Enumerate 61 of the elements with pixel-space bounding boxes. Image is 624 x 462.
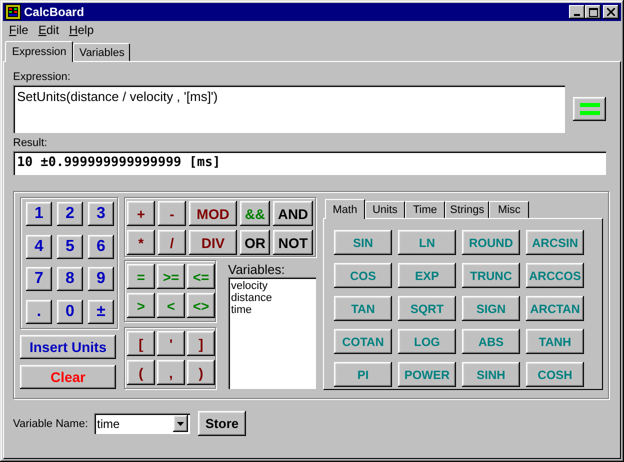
bracket-key[interactable]: ( <box>127 360 155 385</box>
expression-label: Expression: <box>13 70 72 84</box>
tab[interactable]: Time <box>405 201 445 218</box>
operator-key[interactable]: - <box>158 201 186 226</box>
tab[interactable]: Variables <box>73 43 130 61</box>
variable-item[interactable]: time <box>231 304 313 316</box>
expression-field[interactable]: SetUnits(distance / velocity , '[ms]') <box>13 85 565 133</box>
menu-item[interactable]: File <box>5 23 32 37</box>
variable-item[interactable]: distance <box>231 292 313 304</box>
menu-item[interactable]: Help <box>65 23 98 37</box>
window-title: CalcBoard <box>24 5 86 19</box>
tab[interactable]: Units <box>365 201 405 218</box>
menu-item[interactable]: Edit <box>34 23 64 37</box>
operator-key[interactable]: NOT <box>273 230 313 255</box>
minimize-button[interactable] <box>569 5 585 19</box>
digit-key[interactable]: 6 <box>88 234 114 258</box>
digit-key[interactable]: 2 <box>57 202 83 226</box>
dropdown-arrow-icon <box>177 422 184 426</box>
tab[interactable]: Misc <box>489 201 530 218</box>
digit-key[interactable]: 5 <box>57 234 83 258</box>
operator-key[interactable]: + <box>127 201 155 226</box>
close-button[interactable] <box>603 5 619 19</box>
operator-key[interactable]: AND <box>273 201 313 226</box>
digit-key[interactable]: 7 <box>26 267 52 291</box>
evaluate-button[interactable] <box>573 97 606 121</box>
variable-name-label: Variable Name: <box>13 416 88 430</box>
bracket-key[interactable]: ) <box>187 360 215 385</box>
maximize-icon <box>588 8 598 16</box>
tab[interactable]: Expression <box>5 41 74 62</box>
maximize-button[interactable] <box>585 5 601 19</box>
equals-icon <box>580 103 600 115</box>
bracket-key[interactable]: ' <box>157 331 185 356</box>
operator-key[interactable]: OR <box>240 230 270 255</box>
calculator-icon <box>5 4 21 20</box>
bracket-key[interactable]: ] <box>187 331 215 356</box>
digit-key[interactable]: ± <box>88 300 114 324</box>
bracket-key[interactable]: , <box>157 360 185 385</box>
store-button[interactable]: Store <box>198 411 246 436</box>
digit-key[interactable]: 4 <box>26 234 52 258</box>
variables-label: Variables: <box>228 263 286 277</box>
digit-key[interactable]: 3 <box>88 202 114 226</box>
tab[interactable]: Math <box>325 199 365 219</box>
bracket-key[interactable]: [ <box>127 331 155 356</box>
operator-key[interactable]: * <box>127 230 155 255</box>
result-field: 10 ±0.999999999999999 [ms] <box>13 151 606 175</box>
tab[interactable]: Strings <box>445 201 490 218</box>
digit-key[interactable]: 0 <box>57 300 83 324</box>
digit-key[interactable]: 9 <box>88 267 114 291</box>
close-icon <box>607 8 615 16</box>
operator-key[interactable]: MOD <box>189 201 237 226</box>
variable-item[interactable]: velocity <box>231 280 313 292</box>
result-label: Result: <box>13 136 48 150</box>
operator-key[interactable]: DIV <box>189 230 237 255</box>
variable-name-combo[interactable]: time <box>94 413 190 434</box>
dropdown-button[interactable] <box>173 415 188 432</box>
digit-key[interactable]: 8 <box>57 267 83 291</box>
variables-list[interactable]: velocity distance time <box>228 277 316 389</box>
digit-key[interactable]: . <box>26 300 52 324</box>
digit-key[interactable]: 1 <box>26 202 52 226</box>
insert-units-button[interactable]: Insert Units <box>20 335 116 359</box>
operator-key[interactable]: / <box>158 230 186 255</box>
